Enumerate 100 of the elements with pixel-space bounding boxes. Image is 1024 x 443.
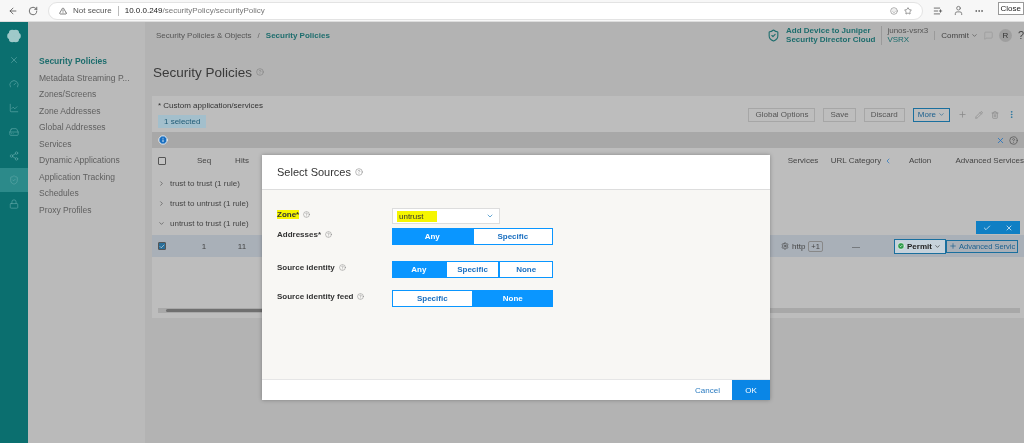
sidebar-item[interactable]: Dynamic Applications [39,154,145,167]
help-icon[interactable] [357,293,365,300]
add-icon[interactable] [958,110,967,119]
delete-icon[interactable] [991,110,999,119]
help-link[interactable]: ? [1017,29,1024,41]
sidebar-item[interactable]: Application Tracking [39,170,145,183]
sidebar-item[interactable]: Services [39,137,145,150]
info-icon [158,135,168,145]
more-button[interactable]: More [912,107,950,122]
toggle-option[interactable]: Specific [392,290,473,307]
toggle-option[interactable]: Specific [445,261,500,278]
sidebar-item[interactable]: Zone Addresses [39,104,145,117]
toolbar-button[interactable]: Global Options [748,107,816,122]
url-path: /securityPolicy/securityPolicy [162,6,265,15]
breadcrumb-separator: / [257,30,260,40]
toggle-option[interactable]: None [499,261,553,278]
select-all-checkbox[interactable] [158,156,166,165]
lock-icon[interactable] [9,199,19,209]
device-model: VSRX [887,35,911,45]
action-select[interactable]: Permit [894,238,946,254]
edit-icon[interactable] [975,110,983,119]
help-icon[interactable] [325,231,333,238]
promo-link[interactable]: Add Device to Juniper Security Director Cloud [786,25,876,45]
row-checkbox[interactable] [158,242,166,250]
close-icon[interactable] [9,55,19,65]
help-icon[interactable] [1009,135,1018,145]
security-label: Not secure [73,6,112,15]
sidebar-item[interactable]: Zones/Screens [39,88,145,101]
grid-note: * Custom application/services [158,101,263,110]
cancel-button[interactable]: Cancel [691,380,724,400]
star-icon[interactable] [904,6,912,15]
user-avatar[interactable]: R [998,28,1012,42]
sidebar-item[interactable]: Metadata Streaming P... [39,71,145,84]
device-icon[interactable] [9,127,19,137]
select-value: untrust [397,210,438,222]
toggle-option[interactable]: None [472,290,553,307]
help-icon[interactable] [303,211,311,218]
breadcrumb-link[interactable]: Security Policies & Objects [156,30,252,40]
sidebar-item[interactable]: Global Addresses [39,121,145,134]
plus-icon [949,242,957,250]
confirm-icon[interactable] [983,223,991,232]
gauge-icon[interactable] [9,79,19,89]
breadcrumb-link[interactable]: Security Policies [265,30,330,40]
close-icon[interactable] [996,135,1005,145]
toolbar-button[interactable]: Save [823,107,856,122]
column-header: Services [786,156,820,165]
close-icon[interactable] [1005,223,1013,232]
collapse-icon[interactable] [884,156,892,165]
kebab-icon[interactable] [1007,110,1016,119]
logo-icon [6,28,22,44]
gear-icon [781,242,789,250]
group-label: untrust to trust (1 rule) [170,218,249,228]
toggle-option[interactable]: Any [392,228,473,245]
column-header: Advanced Services [954,156,1024,165]
help-icon[interactable] [355,168,363,176]
column-header: URL Category [829,156,883,165]
shield-icon[interactable] [9,175,19,185]
commit-button[interactable]: Commit [934,30,978,40]
back-icon[interactable] [8,5,18,16]
url-host: 10.0.0.249 [124,6,163,15]
caret-icon [938,111,945,118]
toolbar-button[interactable]: Discard [863,107,905,122]
chart-icon[interactable] [9,103,19,113]
column-header: Seq [195,156,213,165]
sidebar-item[interactable]: Proxy Profiles [39,203,145,216]
favorites-icon[interactable] [933,5,943,16]
table-cell-text: 1 [200,241,208,251]
caret-icon [933,242,941,250]
emoji-icon[interactable] [890,6,898,15]
caret-icon [970,31,978,39]
help-icon[interactable] [338,264,346,271]
help-icon[interactable] [256,68,265,76]
tooltip: Close [997,2,1024,15]
chevron-icon[interactable] [158,199,165,207]
field-label: Addresses* [277,230,322,239]
table-cell-text: 11 [236,241,248,251]
device-name: junos-vsrx3 [887,25,929,35]
toggle-option[interactable]: Any [392,261,446,278]
sidebar-item[interactable]: Security Policies [39,55,145,68]
ok-button[interactable]: OK [732,380,770,400]
sidebar-item[interactable]: Schedules [39,187,145,200]
table-cell-text: — [851,241,861,251]
address-bar[interactable]: Not secure 10.0.0.249/securityPolicy/securityPolicy [48,1,923,20]
reload-icon[interactable] [28,5,38,16]
field-label: Source identity [277,263,335,272]
page-title: Security Policies [153,64,253,80]
check-circle-icon [897,242,905,250]
zone-select[interactable]: untrust [392,208,500,224]
group-label: trust to untrust (1 rule) [170,198,249,208]
chevron-icon[interactable] [158,219,165,227]
field-label: Zone* [277,210,300,219]
shield-icon [767,28,781,42]
caret-icon [486,212,494,220]
column-header: Hits [234,156,250,165]
dialog-title: Select Sources [277,166,351,178]
toggle-option[interactable]: Specific [472,228,553,245]
selection-count: 1 selected [158,115,207,128]
profile-icon[interactable] [953,5,964,16]
network-icon[interactable] [9,151,19,161]
chevron-icon[interactable] [158,179,165,187]
